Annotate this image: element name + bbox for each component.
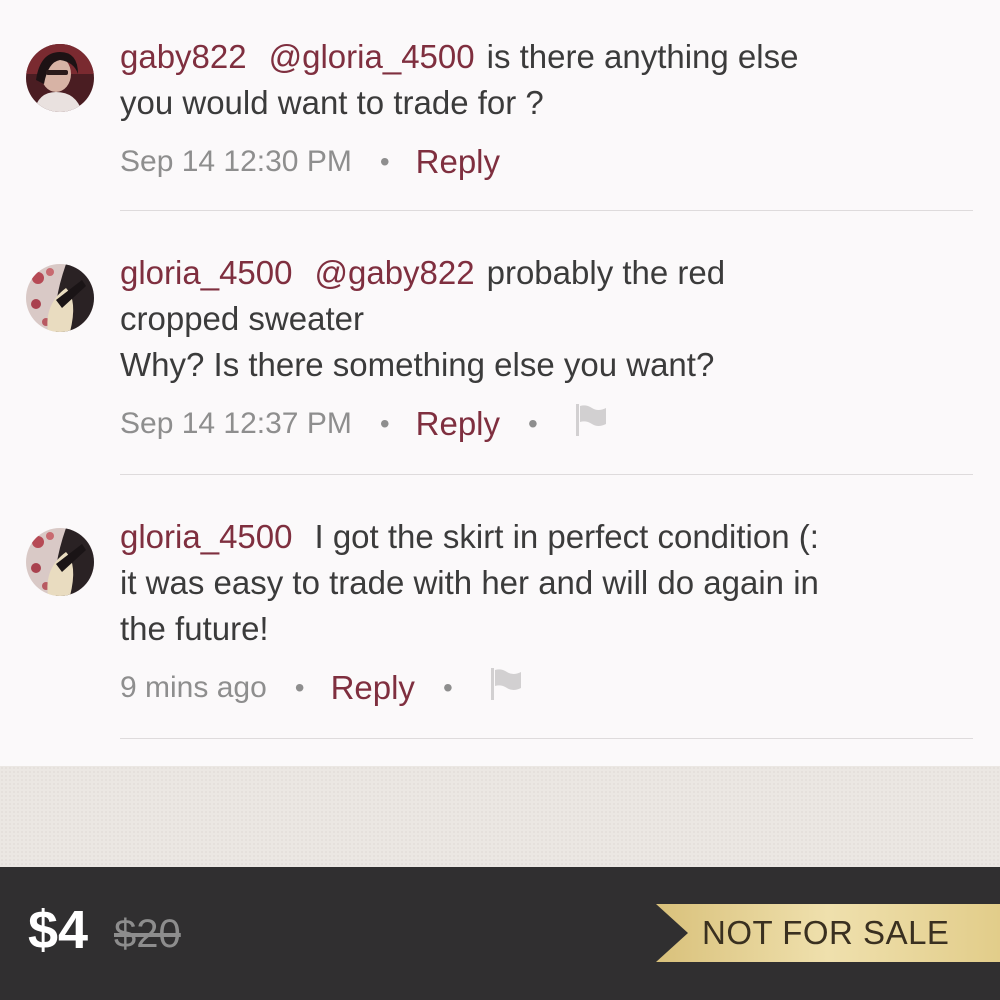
comment-meta: 9 mins ago • Reply •	[120, 666, 980, 710]
comment-body-continued: you would want to trade for ?	[120, 84, 544, 121]
comment-text: gloria_4500 I got the skirt in perfect co…	[120, 514, 980, 652]
separator-dot: •	[379, 408, 390, 439]
comment-mention[interactable]: @gaby822	[314, 254, 474, 291]
separator-dot: •	[528, 408, 538, 439]
avatar[interactable]	[26, 44, 94, 112]
divider	[120, 738, 973, 739]
reply-link[interactable]: Reply	[416, 405, 500, 443]
comment-timestamp: Sep 14 12:37 PM	[120, 407, 352, 440]
comment-mention[interactable]: @gloria_4500	[269, 38, 475, 75]
comment-body-continued: it was easy to trade with her and will d…	[120, 564, 819, 601]
separator-dot: •	[442, 672, 453, 703]
flag-icon[interactable]	[574, 402, 608, 446]
separator-dot: •	[294, 672, 305, 703]
reply-link[interactable]: Reply	[416, 143, 500, 181]
comment-username[interactable]: gloria_4500	[120, 518, 292, 555]
background-texture	[0, 766, 1000, 867]
flag-icon[interactable]	[489, 666, 523, 710]
divider	[120, 210, 973, 211]
comment-timestamp: 9 mins ago	[120, 671, 267, 704]
comment-text: gaby822 @gloria_4500 is there anything els…	[120, 34, 980, 126]
comment-body-continued: cropped sweater	[120, 300, 364, 337]
not-for-sale-banner: NOT FOR SALE	[656, 904, 1000, 962]
comment-body: is there anything else	[486, 38, 799, 75]
price: $4	[28, 900, 89, 960]
comment-username[interactable]: gaby822	[120, 38, 247, 75]
divider	[120, 474, 973, 475]
comment-meta: Sep 14 12:30 PM • Reply	[120, 140, 980, 184]
original-price: $20	[114, 912, 181, 956]
price-bar: $4 $20 NOT FOR SALE	[0, 867, 1000, 1000]
comment-timestamp: Sep 14 12:30 PM	[120, 145, 352, 178]
separator-dot: •	[379, 146, 390, 177]
comment-body-continued: the future!	[120, 610, 269, 647]
comment-username[interactable]: gloria_4500	[120, 254, 292, 291]
comment-text: gloria_4500 @gaby822 probably the red crop…	[120, 250, 980, 388]
comment-body: probably the red	[486, 254, 726, 291]
comment-list: gaby822 @gloria_4500 is there anything els…	[0, 0, 1000, 766]
comment-meta: Sep 14 12:37 PM • Reply •	[120, 402, 980, 446]
comment-body-continued: Why? Is there something else you want?	[120, 346, 715, 383]
comment-body: I got the skirt in perfect condition (:	[314, 518, 819, 555]
avatar[interactable]	[26, 264, 94, 332]
sale-status: NOT FOR SALE	[702, 914, 950, 951]
avatar[interactable]	[26, 528, 94, 596]
reply-link[interactable]: Reply	[331, 669, 415, 707]
